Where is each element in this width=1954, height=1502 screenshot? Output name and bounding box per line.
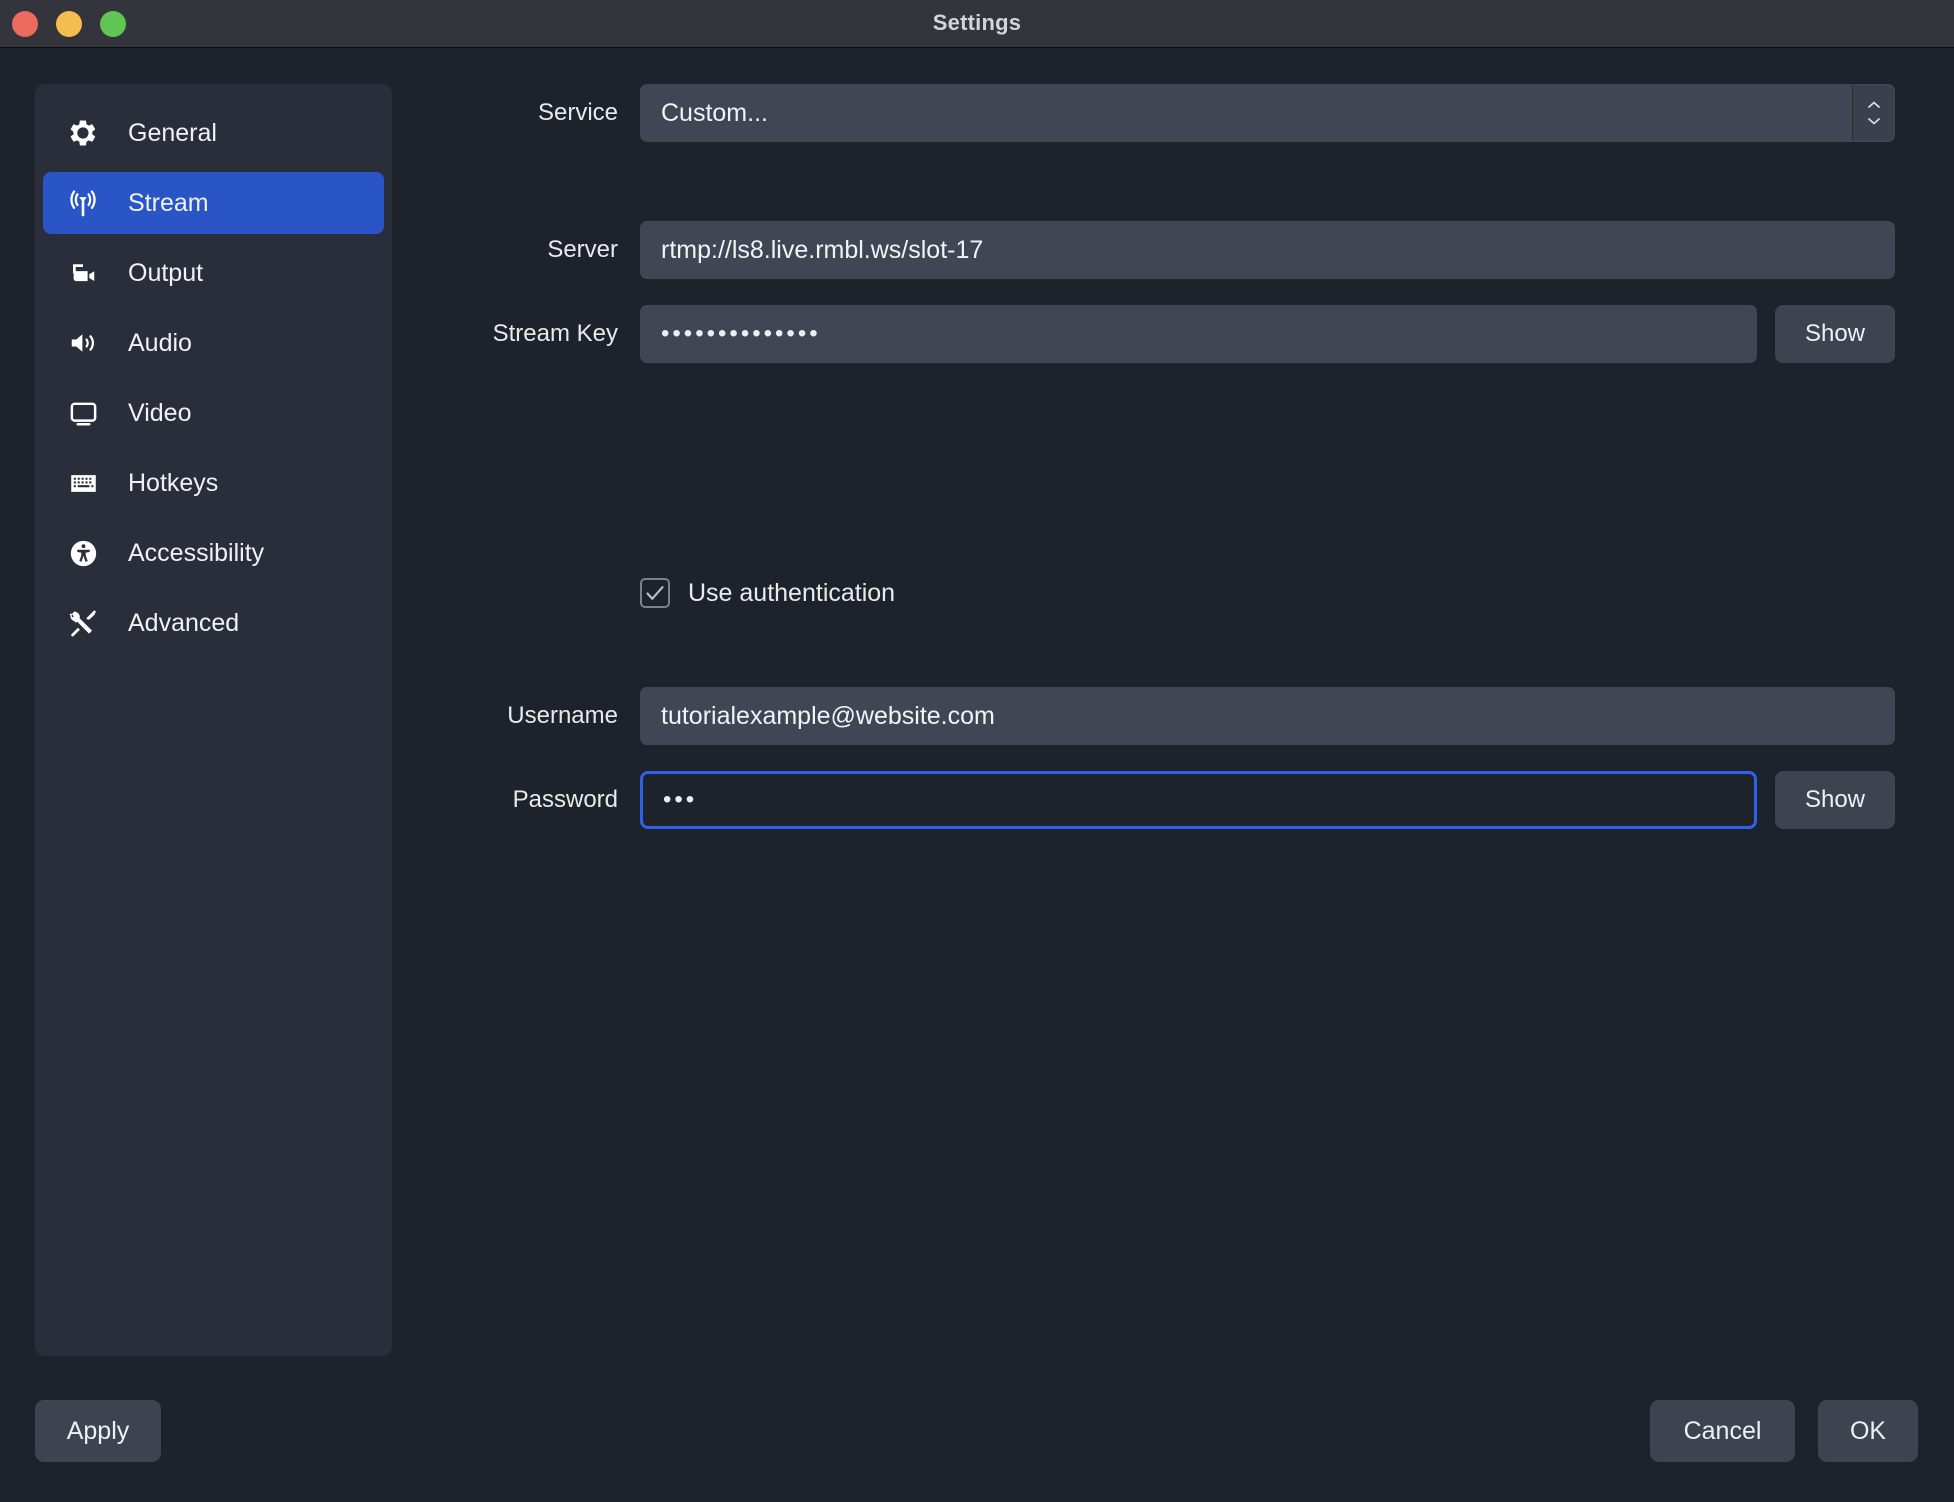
server-label: Server bbox=[547, 236, 618, 263]
ok-button[interactable]: OK bbox=[1818, 1400, 1918, 1462]
monitor-icon bbox=[66, 396, 100, 430]
sidebar-item-label: Video bbox=[128, 398, 192, 427]
title-bar: Settings bbox=[0, 0, 1954, 48]
sidebar-item-label: Advanced bbox=[128, 608, 240, 637]
cancel-button[interactable]: Cancel bbox=[1650, 1400, 1795, 1462]
stream-key-show-button[interactable]: Show bbox=[1775, 305, 1895, 363]
speaker-icon bbox=[66, 326, 100, 360]
stream-key-label: Stream Key bbox=[492, 320, 618, 347]
sidebar-item-advanced[interactable]: Advanced bbox=[43, 592, 384, 654]
sidebar-item-hotkeys[interactable]: Hotkeys bbox=[43, 452, 384, 514]
service-stepper[interactable] bbox=[1852, 85, 1894, 141]
window-title: Settings bbox=[932, 10, 1022, 35]
sidebar-item-accessibility[interactable]: Accessibility bbox=[43, 522, 384, 584]
password-input[interactable]: ••• bbox=[640, 771, 1757, 829]
checkmark-icon bbox=[646, 586, 664, 600]
use-authentication-row: Use authentication bbox=[430, 578, 1895, 608]
username-value: tutorialexample@website.com bbox=[661, 701, 995, 730]
username-row: Username tutorialexample@website.com bbox=[430, 687, 1895, 745]
sidebar-item-video[interactable]: Video bbox=[43, 382, 384, 444]
service-label: Service bbox=[537, 99, 618, 126]
service-select[interactable]: Custom... bbox=[640, 84, 1895, 142]
stream-key-row: Stream Key •••••••••••••• Show bbox=[430, 305, 1895, 363]
stream-key-input[interactable]: •••••••••••••• bbox=[640, 305, 1757, 363]
chevron-down-icon bbox=[1867, 118, 1880, 125]
service-row: Service Custom... bbox=[430, 84, 1895, 142]
sidebar-item-label: Audio bbox=[128, 328, 192, 357]
password-label: Password bbox=[512, 786, 618, 813]
sidebar-item-stream[interactable]: Stream bbox=[43, 172, 384, 234]
apply-button[interactable]: Apply bbox=[35, 1400, 161, 1462]
broadcast-icon bbox=[66, 186, 100, 220]
sidebar-item-audio[interactable]: Audio bbox=[43, 312, 384, 374]
stream-key-value: •••••••••••••• bbox=[661, 320, 821, 347]
settings-sidebar: General Stream Output Audio Video Hotkey… bbox=[35, 84, 392, 1356]
accessibility-icon bbox=[66, 536, 100, 570]
server-input[interactable]: rtmp://ls8.live.rmbl.ws/slot-17 bbox=[640, 221, 1895, 279]
password-show-button[interactable]: Show bbox=[1775, 771, 1895, 829]
password-row: Password ••• Show bbox=[430, 771, 1895, 829]
sidebar-item-output[interactable]: Output bbox=[43, 242, 384, 304]
stream-settings-panel: Service Custom... Server rtmp://ls8.live… bbox=[430, 84, 1895, 829]
sidebar-item-label: General bbox=[128, 118, 217, 147]
username-input[interactable]: tutorialexample@website.com bbox=[640, 687, 1895, 745]
server-value: rtmp://ls8.live.rmbl.ws/slot-17 bbox=[661, 235, 984, 264]
username-label: Username bbox=[507, 702, 618, 729]
use-authentication-checkbox[interactable] bbox=[640, 578, 670, 608]
server-row: Server rtmp://ls8.live.rmbl.ws/slot-17 bbox=[430, 221, 1895, 279]
sidebar-item-label: Output bbox=[128, 258, 204, 287]
sidebar-item-label: Hotkeys bbox=[128, 468, 219, 497]
video-camera-icon bbox=[66, 256, 100, 290]
tools-icon bbox=[66, 606, 100, 640]
keyboard-icon bbox=[66, 466, 100, 500]
use-authentication-label: Use authentication bbox=[688, 578, 896, 607]
password-value: ••• bbox=[663, 786, 698, 813]
chevron-up-icon bbox=[1867, 101, 1880, 108]
gear-icon bbox=[66, 116, 100, 150]
sidebar-item-general[interactable]: General bbox=[43, 102, 384, 164]
service-value: Custom... bbox=[661, 98, 768, 127]
sidebar-item-label: Stream bbox=[128, 188, 209, 217]
sidebar-item-label: Accessibility bbox=[128, 538, 265, 567]
